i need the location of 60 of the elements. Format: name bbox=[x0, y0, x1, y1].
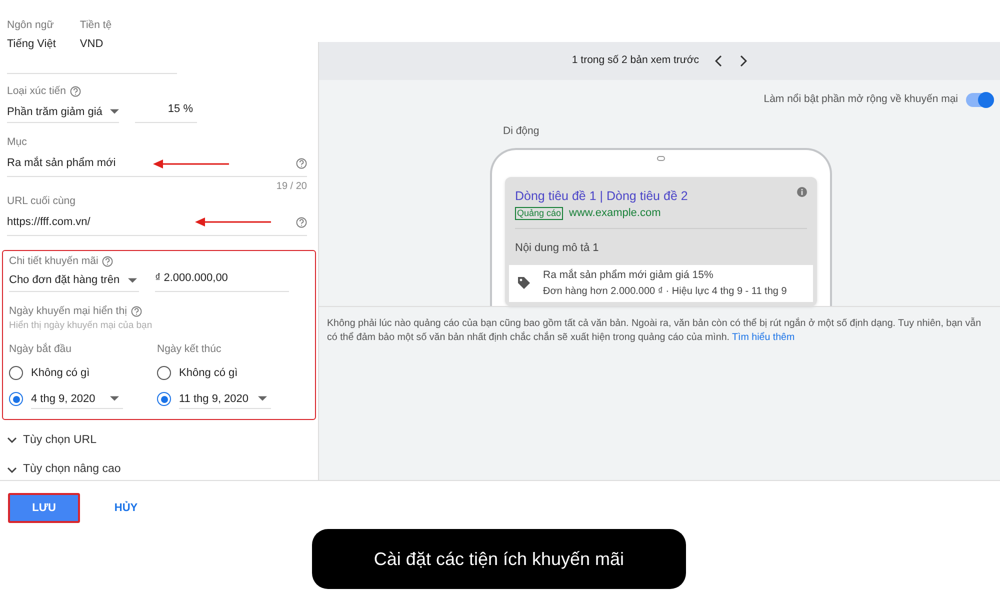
learn-more-link[interactable]: Tìm hiểu thêm bbox=[732, 332, 795, 342]
amount-field[interactable]: ₫ 2.000.000,00 bbox=[155, 270, 289, 292]
chevron-left-icon[interactable] bbox=[715, 55, 724, 67]
ad-label: Quảng cáo bbox=[515, 207, 564, 220]
item-field[interactable]: Ra mắt sản phẩm mới bbox=[7, 151, 307, 178]
help-icon[interactable] bbox=[102, 256, 114, 268]
field-label: Ngày khuyến mại hiển thị bbox=[9, 304, 127, 319]
collapsible-section[interactable]: Tùy chọn nâng cao bbox=[7, 460, 311, 480]
preview-pager: 1 trong số 2 bản xem trước bbox=[572, 53, 700, 68]
radio-option[interactable]: 11 thg 9, 2020 bbox=[157, 389, 305, 410]
chevron-right-icon[interactable] bbox=[739, 55, 748, 67]
currency-value[interactable]: VND bbox=[80, 36, 112, 52]
radio-option[interactable]: Không có gì bbox=[157, 363, 305, 384]
device-label: Di động bbox=[503, 124, 540, 139]
radio-icon[interactable] bbox=[9, 392, 23, 406]
toggle-label: Làm nổi bật phần mở rộng về khuyến mại bbox=[764, 92, 958, 107]
collapsible-section[interactable]: Tùy chọn URL bbox=[7, 430, 311, 450]
column-label: Ngày kết thúc bbox=[157, 342, 222, 357]
field-label: Ngôn ngữ bbox=[7, 18, 55, 33]
language-value[interactable]: Tiếng Việt bbox=[7, 36, 56, 52]
help-icon[interactable] bbox=[296, 158, 307, 170]
promotion-details: Đơn hàng hơn 2.000.000 ₫ · Hiệu lực 4 thg 9 - 11 thg 9 bbox=[543, 284, 787, 298]
field-label: Chi tiết khuyến mãi bbox=[9, 254, 98, 269]
cancel-button[interactable]: HỦY bbox=[102, 493, 150, 523]
promotion-title: Ra mắt sản phẩm mới giảm giá 15% bbox=[543, 268, 714, 283]
field-label: Tiền tệ bbox=[80, 18, 112, 33]
tag-icon bbox=[517, 276, 531, 290]
dropdown-caret-icon bbox=[258, 396, 267, 402]
info-icon[interactable] bbox=[797, 186, 807, 196]
field-label: Mục bbox=[7, 135, 28, 150]
dropdown-caret-icon bbox=[128, 278, 137, 283]
help-icon[interactable] bbox=[130, 306, 142, 317]
ad-url: www.example.com bbox=[569, 206, 661, 222]
help-icon[interactable] bbox=[70, 86, 81, 97]
radio-icon[interactable] bbox=[157, 392, 171, 406]
save-button[interactable]: LƯU bbox=[8, 493, 80, 523]
field-hint: Hiển thị ngày khuyến mại của bạn bbox=[9, 319, 154, 334]
radio-option[interactable]: Không có gì bbox=[9, 363, 157, 384]
dropdown-caret-icon bbox=[110, 109, 120, 114]
dropdown-caret-icon bbox=[110, 396, 119, 402]
discount-field[interactable]: 15 % bbox=[135, 101, 197, 124]
promotion-type-dropdown[interactable]: Phần trăm giảm giá bbox=[7, 101, 119, 124]
field-label: URL cuối cùng bbox=[7, 194, 76, 210]
caption-banner: Cài đặt các tiện ích khuyến mãi bbox=[312, 529, 686, 589]
help-icon[interactable] bbox=[296, 216, 307, 228]
toggle-switch[interactable] bbox=[966, 92, 994, 107]
preview-note: Không phải lúc nào quảng cáo của bạn cũng bao gồm tất cả văn bản. Ngoài ra, văn bản còn có thể bị rút ngắn ở một số định dạng. Tuy nhiên, bạn vẫn có thể đảm bảo một số văn bản nhất định chắc chắn sẽ xuất hiện trong quảng cáo của mình. Tìm hiểu thêm bbox=[327, 316, 982, 344]
condition-dropdown[interactable]: Cho đơn đặt hàng trên bbox=[9, 270, 139, 292]
ad-description: Nội dung mô tả 1 bbox=[515, 242, 599, 254]
character-counter: 19 / 20 bbox=[276, 180, 307, 194]
final-url-field[interactable]: https://fff.com.vn/ bbox=[7, 210, 307, 236]
field-label: Loại xúc tiến bbox=[7, 84, 66, 99]
column-label: Ngày bắt đầu bbox=[9, 342, 72, 357]
chevron-icon bbox=[7, 467, 17, 474]
radio-option[interactable]: 4 thg 9, 2020 bbox=[9, 389, 157, 410]
camera-icon bbox=[657, 156, 665, 160]
ad-headline[interactable]: Dòng tiêu đề 1 | Dòng tiêu đề 2 bbox=[515, 186, 688, 206]
radio-icon[interactable] bbox=[157, 366, 171, 380]
chevron-icon bbox=[7, 437, 17, 444]
radio-icon[interactable] bbox=[9, 366, 23, 380]
